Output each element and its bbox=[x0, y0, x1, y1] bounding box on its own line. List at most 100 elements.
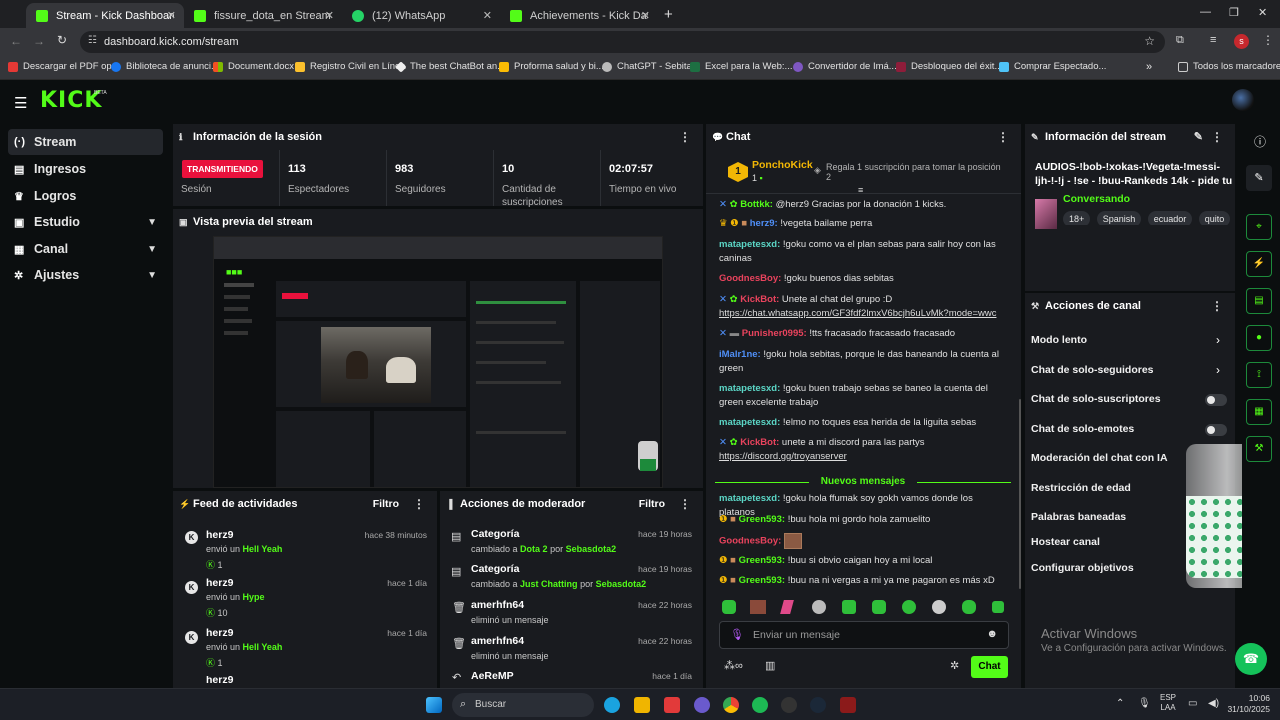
bookmark-item[interactable]: The best ChatBot an... bbox=[395, 60, 505, 73]
chat-message[interactable]: GoodnesBoy: bbox=[719, 533, 1009, 549]
emote-icon[interactable] bbox=[780, 600, 794, 614]
chat-message[interactable]: matapetesxd: !elmo no toques esa herida … bbox=[719, 416, 1009, 430]
bookmark-item[interactable]: Excel para la Web:... bbox=[690, 61, 792, 72]
bookmark-item[interactable]: Proforma salud y bi... bbox=[499, 61, 604, 72]
edge-icon[interactable] bbox=[604, 697, 620, 713]
activity-item[interactable]: K herz9 hace 1 día envió un Hype Ⓚ 10 bbox=[173, 577, 437, 627]
sidebar-item-estudio[interactable]: ▣ Estudio ▼ bbox=[8, 209, 163, 235]
more-options-icon[interactable]: ⋮ bbox=[1211, 299, 1223, 313]
action-slow-mode[interactable]: Modo lento bbox=[1031, 334, 1087, 346]
chat-message[interactable]: ✕ ▬ Punisher0995: !tts fracasado fracasa… bbox=[719, 327, 1009, 341]
spotify-icon[interactable] bbox=[752, 697, 768, 713]
activity-filter-button[interactable]: Filtro bbox=[373, 498, 399, 510]
activity-item[interactable]: herz9 bbox=[173, 676, 437, 688]
action-emotes-only[interactable]: Chat de solo-emotes bbox=[1031, 423, 1134, 435]
info-icon[interactable]: ⓘ bbox=[1254, 133, 1266, 150]
chrome-icon[interactable] bbox=[723, 697, 739, 713]
all-bookmarks[interactable]: Todos los marcadores bbox=[1178, 61, 1280, 72]
site-info-icon[interactable]: ☷ bbox=[88, 35, 97, 46]
mod-action-item[interactable]: 🗑 amerhfn64 hace 22 horas eliminó un men… bbox=[440, 598, 703, 632]
browser-menu-icon[interactable]: ⋮ bbox=[1262, 33, 1274, 47]
emote-icon[interactable] bbox=[902, 600, 916, 614]
bookmark-item[interactable]: Desbloqueo del éxit... bbox=[896, 61, 1002, 72]
bookmark-item[interactable]: ChatGPT - Sebitas bbox=[602, 61, 697, 72]
sidebar-item-logros[interactable]: ♛ Logros bbox=[8, 183, 163, 209]
activity-item[interactable]: K herz9 hace 1 día envió un Hell Yeah Ⓚ … bbox=[173, 627, 437, 677]
microphone-icon[interactable]: 🎙 bbox=[730, 628, 744, 641]
mod-action-item[interactable]: ▤ Categoría hace 19 horas cambiado a Dot… bbox=[440, 527, 703, 561]
chat-scrollbar[interactable] bbox=[1019, 399, 1021, 589]
gift-sub-icon[interactable]: ⁂∞ bbox=[724, 659, 743, 672]
network-icon[interactable]: ▭ bbox=[1188, 698, 1197, 709]
emote-icon[interactable] bbox=[992, 601, 1004, 613]
chat-message[interactable]: iMalr1ne: !goku hola sebitas, porque le … bbox=[719, 348, 1009, 376]
chat-username[interactable]: herz9: bbox=[750, 218, 778, 229]
close-icon[interactable]: ✕ bbox=[641, 9, 650, 22]
hamburger-menu-icon[interactable]: ☰ bbox=[14, 94, 27, 112]
tag-chip[interactable]: Spanish bbox=[1096, 211, 1142, 225]
mic-tray-icon[interactable]: 🎙 bbox=[1138, 698, 1151, 709]
tray-chevron-icon[interactable]: ⌃ bbox=[1116, 698, 1124, 709]
chat-username[interactable]: KickBot: bbox=[740, 437, 779, 448]
chat-message[interactable]: ✕ ✿ KickBot: Unete al chat del grupo :D … bbox=[719, 293, 1009, 321]
extensions-icon[interactable]: ⧉ bbox=[1176, 34, 1184, 47]
clock[interactable]: 10:06 31/10/2025 bbox=[1226, 693, 1270, 715]
top-gifter-name[interactable]: PonchoKick bbox=[752, 159, 813, 171]
sidebar-item-stream[interactable]: (·) Stream bbox=[8, 129, 163, 155]
action-banned-words[interactable]: Palabras baneadas bbox=[1031, 511, 1126, 523]
more-options-icon[interactable]: ⋮ bbox=[997, 130, 1009, 144]
volume-icon[interactable]: ◀) bbox=[1208, 698, 1219, 709]
minimize-icon[interactable]: — bbox=[1200, 6, 1211, 18]
chat-message[interactable]: ✕ ✿ Bottkk: @herz9 Gracias por la donaci… bbox=[719, 198, 1009, 210]
browser-tab-1[interactable]: Stream - Kick Dashboard ✕ bbox=[26, 3, 184, 28]
action-ai-moderation[interactable]: Moderación del chat con IA bbox=[1031, 452, 1168, 464]
user-avatar[interactable] bbox=[1232, 89, 1254, 111]
browser-tab-3[interactable]: (12) WhatsApp ✕ bbox=[342, 3, 500, 28]
chat-message[interactable]: GoodnesBoy: !goku buenos dias sebitas bbox=[719, 272, 1009, 286]
emote-icon[interactable] bbox=[722, 600, 736, 614]
tag-chip[interactable]: 18+ bbox=[1063, 211, 1091, 225]
forward-icon[interactable]: → bbox=[33, 34, 45, 48]
chat-username[interactable]: matapetesxd: bbox=[719, 493, 780, 504]
file-explorer-icon[interactable] bbox=[634, 697, 650, 713]
steam-icon[interactable] bbox=[810, 697, 826, 713]
more-options-icon[interactable]: ⋮ bbox=[679, 130, 691, 144]
chevron-right-icon[interactable]: › bbox=[1216, 333, 1220, 347]
edit-rail-icon[interactable]: ✎ bbox=[1246, 165, 1272, 191]
chat-rail-icon[interactable]: ● bbox=[1246, 325, 1272, 351]
chat-username[interactable]: Green593: bbox=[739, 575, 785, 586]
chat-link[interactable]: https://discord.gg/troyanserver bbox=[719, 451, 847, 462]
tag-chip[interactable]: quito bbox=[1198, 211, 1231, 225]
chat-username[interactable]: matapetesxd: bbox=[719, 417, 780, 428]
emotes-only-toggle[interactable] bbox=[1205, 424, 1227, 436]
chat-username[interactable]: iMalr1ne: bbox=[719, 349, 761, 360]
gift-prompt[interactable]: Regala 1 suscripción para tomar la posic… bbox=[826, 162, 1006, 182]
emote-icon[interactable] bbox=[842, 600, 856, 614]
sidebar-item-canal[interactable]: ▦ Canal ▼ bbox=[8, 236, 163, 262]
url-field[interactable]: ☷ dashboard.kick.com/stream ☆ bbox=[80, 31, 1165, 53]
media-control-icon[interactable]: ≡ bbox=[1210, 34, 1216, 46]
tag-chip[interactable]: ecuador bbox=[1147, 211, 1193, 225]
send-chat-button[interactable]: Chat bbox=[971, 656, 1008, 678]
language-indicator[interactable]: ESP LAA bbox=[1160, 693, 1176, 713]
sidebar-item-ajustes[interactable]: ✲ Ajustes ▼ bbox=[8, 262, 163, 288]
support-chat-icon[interactable]: ☎ bbox=[1235, 643, 1267, 675]
clip-rail-icon[interactable]: ⌖ bbox=[1246, 214, 1272, 240]
dota-icon[interactable] bbox=[840, 697, 856, 713]
category-thumbnail[interactable] bbox=[1035, 199, 1057, 229]
profile-avatar[interactable]: s bbox=[1234, 34, 1249, 49]
chat-message[interactable]: ✕ ✿ KickBot: unete a mi discord para las… bbox=[719, 436, 1009, 464]
close-icon[interactable]: ✕ bbox=[325, 9, 334, 22]
emote-icon[interactable] bbox=[932, 600, 946, 614]
chat-message[interactable]: ♛ ❶ ■ herz9: !vegeta bailame perra bbox=[719, 217, 1009, 231]
store-rail-icon[interactable]: ▦ bbox=[1246, 399, 1272, 425]
mod-filter-button[interactable]: Filtro bbox=[639, 498, 665, 510]
obs-icon[interactable] bbox=[781, 697, 797, 713]
sidebar-item-ingresos[interactable]: ▤ Ingresos bbox=[8, 156, 163, 182]
chevron-right-icon[interactable]: › bbox=[1216, 363, 1220, 377]
stream-preview-video[interactable]: ■■■ bbox=[213, 236, 663, 488]
more-options-icon[interactable]: ⋮ bbox=[1211, 130, 1223, 144]
chat-username[interactable]: matapetesxd: bbox=[719, 383, 780, 394]
emote-icon[interactable] bbox=[812, 600, 826, 614]
emote-icon[interactable] bbox=[750, 600, 766, 614]
